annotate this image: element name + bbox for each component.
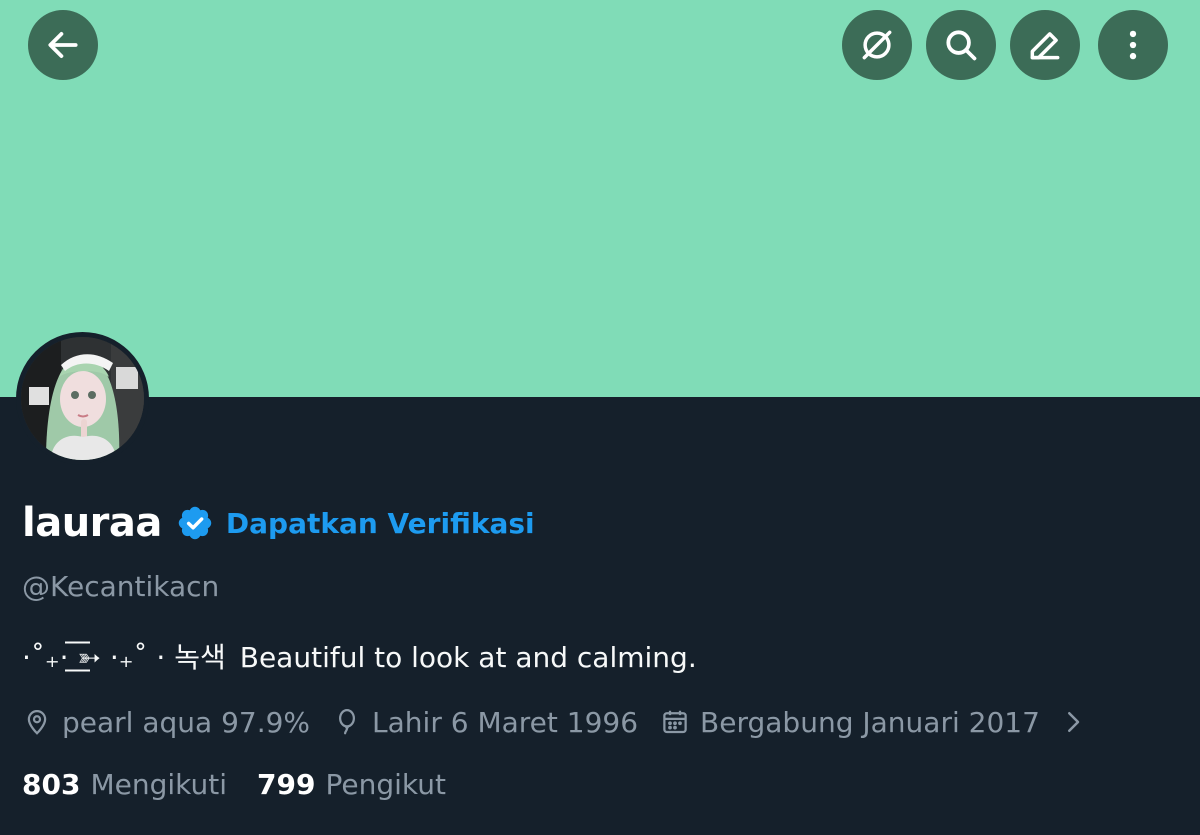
search-button[interactable] — [926, 10, 996, 80]
calendar-icon — [663, 710, 687, 734]
following-label: Mengikuti — [90, 767, 227, 801]
birthday-text: Lahir 6 Maret 1996 — [372, 705, 639, 739]
followers-link[interactable]: 799 Pengikut — [257, 768, 446, 801]
following-link[interactable]: 803 Mengikuti — [22, 768, 227, 801]
display-name: lauraa — [22, 500, 162, 546]
followers-count: 799 — [257, 767, 316, 801]
profile-page: lauraa Dapatkan Verifikasi @Kecantikacn … — [0, 0, 1200, 835]
profile-bio: ·˚₊· ͟͟͞͞➳ ·₊˚ · 녹색 Beautiful to look at … — [22, 636, 697, 676]
profile-handle: @Kecantikacn — [22, 570, 220, 603]
more-vertical-icon — [1129, 30, 1137, 60]
avatar[interactable] — [16, 332, 149, 465]
location-text: pearl aqua 97.9% — [62, 705, 311, 739]
birthday-item: Lahir 6 Maret 1996 — [332, 706, 638, 739]
edit-pencil-icon — [1030, 32, 1060, 60]
profile-meta: pearl aqua 97.9% Lahir 6 Maret 1996 Berg… — [22, 700, 1110, 744]
arrow-left-icon — [48, 32, 78, 58]
balloon-icon — [339, 709, 356, 735]
get-verified-link[interactable]: Dapatkan Verifikasi — [226, 507, 535, 540]
edit-button[interactable] — [1010, 10, 1080, 80]
search-icon — [946, 30, 977, 61]
location-pin-icon — [27, 710, 47, 735]
verified-badge-icon[interactable] — [176, 504, 214, 542]
grok-icon — [862, 30, 892, 60]
more-options-button[interactable] — [1098, 10, 1168, 80]
avatar-image — [21, 337, 144, 460]
chevron-right-icon — [1067, 712, 1080, 732]
grok-button[interactable] — [842, 10, 912, 80]
followers-label: Pengikut — [325, 767, 446, 801]
location-item: pearl aqua 97.9% — [22, 706, 310, 739]
joined-item[interactable]: Bergabung Januari 2017 — [660, 706, 1088, 739]
bio-decoration: ·˚₊· ͟͟͞͞➳ ·₊˚ · 녹색 — [22, 641, 226, 674]
follow-stats: 803 Mengikuti 799 Pengikut — [22, 762, 476, 806]
following-count: 803 — [22, 767, 81, 801]
bio-text: Beautiful to look at and calming. — [239, 641, 697, 674]
name-row: lauraa Dapatkan Verifikasi — [22, 498, 535, 548]
back-button[interactable] — [28, 10, 98, 80]
joined-text: Bergabung Januari 2017 — [700, 705, 1040, 739]
